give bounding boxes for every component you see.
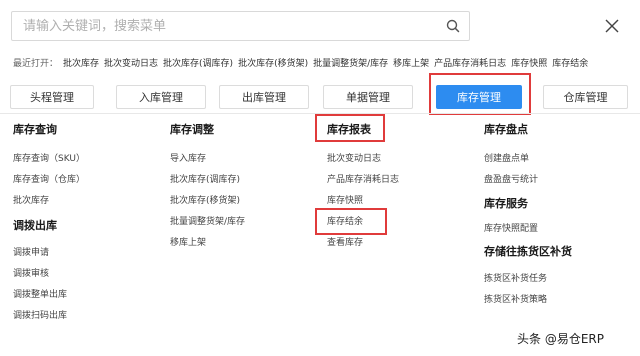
section-heading: 库存盘点: [484, 123, 528, 136]
menu-item[interactable]: 移库上架: [170, 233, 245, 254]
menu-item[interactable]: 导入库存: [170, 149, 245, 170]
close-icon[interactable]: [603, 17, 621, 35]
column-inventory-query: 库存查询 库存查询（SKU） 库存查询（仓库） 批次库存 调拨出库 调拨申请 调…: [13, 121, 85, 327]
section-heading: 库存调整: [170, 123, 214, 136]
menu-item[interactable]: 拣货区补货任务: [484, 269, 572, 290]
menu-item[interactable]: 库存快照配置: [484, 219, 572, 240]
tab-documents[interactable]: 单据管理: [323, 85, 413, 109]
tab-outbound[interactable]: 出库管理: [219, 85, 309, 109]
column-inventory-adjust: 库存调整 导入库存 批次库存(调库存) 批次库存(移货架) 批量调整货架/库存 …: [170, 121, 245, 254]
column-inventory-count: 库存盘点 创建盘点单 盘盈盘亏统计 库存服务 库存快照配置 存储往拣货区补货 拣…: [484, 121, 572, 311]
search-icon[interactable]: [445, 18, 461, 34]
menu-item[interactable]: 批量调整货架/库存: [170, 212, 245, 233]
recent-item[interactable]: 产品库存消耗日志: [434, 59, 506, 69]
recent-item[interactable]: 库存快照: [511, 59, 547, 69]
menu-item[interactable]: 批次变动日志: [327, 149, 399, 170]
menu-item[interactable]: 调拨审核: [13, 264, 85, 285]
menu-item[interactable]: 批次库存(调库存): [170, 170, 245, 191]
recent-item[interactable]: 移库上架: [393, 59, 429, 69]
section-heading: 库存服务: [484, 197, 528, 210]
search-box[interactable]: [11, 11, 470, 41]
menu-item[interactable]: 调拨扫码出库: [13, 306, 85, 327]
section-heading: 存储往拣货区补货: [484, 245, 572, 258]
tab-inbound[interactable]: 入库管理: [116, 85, 206, 109]
menu-item[interactable]: 盘盈盘亏统计: [484, 170, 572, 191]
section-heading: 库存查询: [13, 123, 57, 136]
menu-item[interactable]: 批次库存: [13, 191, 85, 212]
menu-item[interactable]: 查看库存: [327, 233, 399, 254]
recent-item[interactable]: 批次库存: [63, 59, 99, 69]
menu-item[interactable]: 批次库存(移货架): [170, 191, 245, 212]
menu-item[interactable]: 库存查询（仓库）: [13, 170, 85, 191]
recent-item[interactable]: 库存结余: [552, 59, 588, 69]
active-tab-highlight: [429, 73, 531, 115]
recent-label: 最近打开：: [13, 59, 59, 69]
menu-item[interactable]: 调拨整单出库: [13, 285, 85, 306]
highlight-box: [315, 208, 387, 235]
menu-item[interactable]: 库存查询（SKU）: [13, 149, 85, 170]
tab-warehouse[interactable]: 仓库管理: [543, 85, 628, 109]
menu-item[interactable]: 调拨申请: [13, 243, 85, 264]
watermark: 头条 @易仓ERP: [517, 332, 604, 346]
highlight-box: [315, 114, 385, 142]
section-heading: 调拨出库: [13, 219, 57, 232]
menu-item[interactable]: 产品库存消耗日志: [327, 170, 399, 191]
menu-item[interactable]: 创建盘点单: [484, 149, 572, 170]
menu-item[interactable]: 拣货区补货策略: [484, 290, 572, 311]
recent-item[interactable]: 批量调整货架/库存: [313, 59, 388, 69]
recent-bar: 最近打开： 批次库存 批次变动日志 批次库存(调库存) 批次库存(移货架) 批量调整货架/…: [13, 56, 593, 69]
recent-item[interactable]: 批次库存(移货架): [238, 59, 308, 69]
recent-item[interactable]: 批次变动日志: [104, 59, 158, 69]
recent-item[interactable]: 批次库存(调库存): [163, 59, 233, 69]
search-input[interactable]: [12, 12, 443, 40]
tab-headhaul[interactable]: 头程管理: [10, 85, 94, 109]
